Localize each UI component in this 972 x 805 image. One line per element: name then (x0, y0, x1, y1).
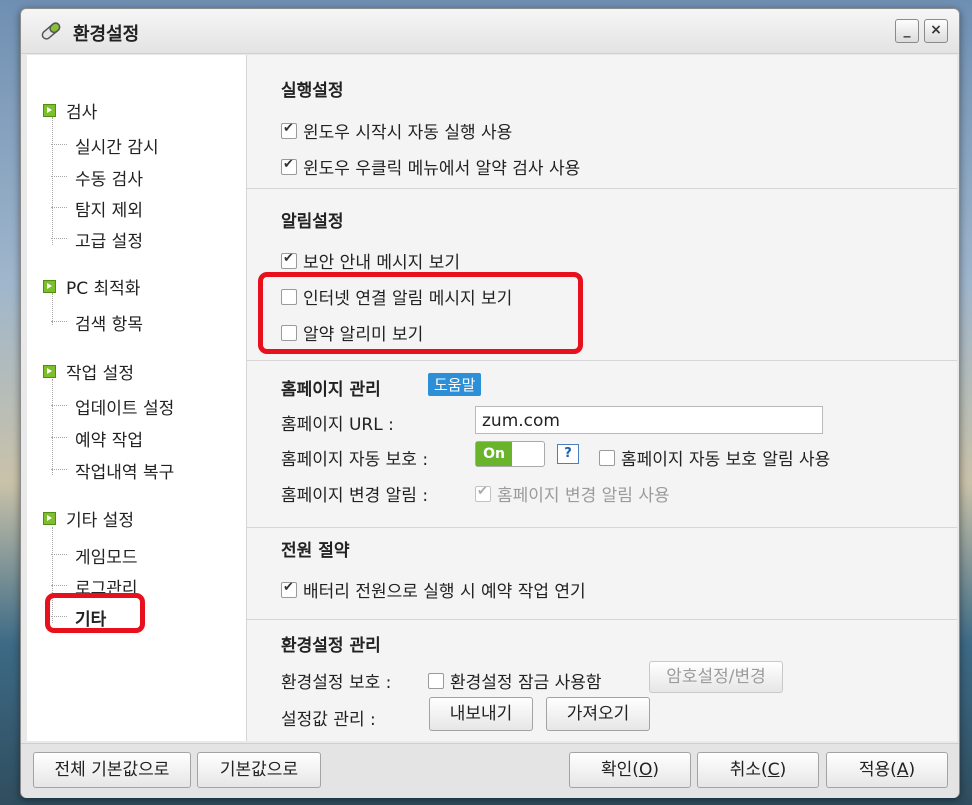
sidebar-item-exclusion[interactable]: 탐지 제외 (51, 196, 143, 221)
settings-content: 실행설정 윈도우 시작시 자동 실행 사용 윈도우 우클릭 메뉴에서 알약 검사… (247, 55, 957, 741)
sidebar-group-pc-optimize[interactable]: PC 최적화 (43, 274, 140, 299)
sidebar-group-task[interactable]: 작업 설정 (43, 359, 134, 384)
checkbox-icon[interactable] (428, 673, 444, 689)
section-title: 전원 절약 (281, 541, 350, 561)
homepage-url-label: 홈페이지 URL : (281, 415, 394, 435)
checkbox-icon[interactable] (281, 251, 297, 269)
group-arrow-icon (43, 512, 56, 525)
checkbox-icon[interactable] (599, 450, 615, 466)
dialog-footer: 전체 기본값으로 기본값으로 확인(O) 취소(C) 적용(A) (21, 743, 959, 798)
window-title: 환경설정 (73, 24, 140, 45)
sidebar-group-scan[interactable]: 검사 (43, 98, 97, 123)
tree-line (52, 379, 53, 475)
security-msg-checkbox[interactable]: 보안 안내 메시지 보기 (281, 248, 460, 273)
highlight-box (45, 593, 145, 633)
close-button[interactable]: × (924, 19, 948, 43)
checkbox-icon[interactable] (281, 580, 297, 598)
run-settings-section: 실행설정 윈도우 시작시 자동 실행 사용 윈도우 우클릭 메뉴에서 알약 검사… (247, 55, 957, 189)
battery-delay-checkbox[interactable]: 배터리 전원으로 실행 시 예약 작업 연기 (281, 577, 586, 602)
help-question-icon[interactable]: ? (557, 444, 579, 464)
power-section: 전원 절약 배터리 전원으로 실행 시 예약 작업 연기 (247, 527, 957, 620)
sidebar-item-advanced[interactable]: 고급 설정 (51, 227, 143, 252)
import-button[interactable]: 가져오기 (546, 697, 650, 731)
export-button[interactable]: 내보내기 (429, 697, 533, 731)
sidebar-item-realtime[interactable]: 실시간 감시 (51, 133, 159, 158)
homepage-url-input[interactable]: zum.com (475, 406, 823, 434)
checkbox-icon[interactable] (281, 121, 297, 139)
sidebar-item-restore[interactable]: 작업내역 복구 (50, 458, 174, 483)
group-arrow-icon (43, 104, 56, 117)
section-title: 환경설정 관리 (281, 636, 381, 656)
homepage-change-label: 홈페이지 변경 알림 : (281, 486, 429, 506)
section-title: 실행설정 (281, 81, 344, 101)
homepage-section: 홈페이지 관리 도움말 홈페이지 URL : zum.com 홈페이지 자동 보… (247, 360, 957, 528)
group-arrow-icon (43, 280, 56, 293)
ok-button[interactable]: 확인(O) (569, 752, 691, 788)
help-link[interactable]: 도움말 (428, 373, 482, 396)
section-title: 알림설정 (281, 212, 344, 232)
notify-settings-section: 알림설정 보안 안내 메시지 보기 인터넷 연결 알림 메시지 보기 알약 알리… (247, 188, 957, 361)
highlight-box (258, 272, 583, 354)
homepage-protect-toggle[interactable]: On (475, 441, 545, 467)
sidebar-group-etc[interactable]: 기타 설정 (43, 506, 134, 531)
group-arrow-icon (43, 365, 56, 378)
settings-sidebar: 검사 실시간 감시 수동 검사 탐지 제외 고급 설정 PC 최적화 검색 항목… (27, 55, 247, 741)
config-lock-checkbox[interactable]: 환경설정 잠금 사용함 (428, 668, 602, 693)
title-bar: 환경설정 _ × (21, 9, 959, 54)
config-protect-label: 환경설정 보호 : (281, 673, 392, 693)
section-title: 홈페이지 관리 (281, 380, 381, 400)
minimize-button[interactable]: _ (895, 19, 919, 43)
cancel-button[interactable]: 취소(C) (697, 752, 819, 788)
autostart-checkbox[interactable]: 윈도우 시작시 자동 실행 사용 (281, 118, 512, 143)
config-value-label: 설정값 관리 : (281, 710, 376, 730)
checkbox-icon[interactable] (281, 157, 297, 175)
config-manage-section: 환경설정 관리 환경설정 보호 : 환경설정 잠금 사용함 암호설정/변경 설정… (247, 619, 957, 741)
sidebar-item-search-items[interactable]: 검색 항목 (51, 310, 143, 335)
homepage-change-alert-checkbox: 홈페이지 변경 알림 사용 (475, 481, 670, 506)
sidebar-item-schedule[interactable]: 예약 작업 (51, 426, 143, 451)
checkbox-icon (475, 484, 491, 502)
settings-window: 환경설정 _ × 검사 실시간 감시 수동 검사 탐지 제외 고급 설정 PC … (20, 8, 960, 798)
reset-button[interactable]: 기본값으로 (197, 752, 321, 788)
sidebar-item-update[interactable]: 업데이트 설정 (50, 394, 174, 419)
apply-button[interactable]: 적용(A) (826, 752, 948, 788)
context-menu-checkbox[interactable]: 윈도우 우클릭 메뉴에서 알약 검사 사용 (281, 154, 580, 179)
homepage-protect-alert-checkbox[interactable]: 홈페이지 자동 보호 알림 사용 (599, 445, 830, 470)
sidebar-item-game-mode[interactable]: 게임모드 (51, 543, 138, 568)
password-button: 암호설정/변경 (649, 661, 783, 693)
pill-icon (41, 22, 61, 40)
tree-line (52, 117, 53, 245)
homepage-protect-label: 홈페이지 자동 보호 : (281, 450, 429, 470)
reset-all-button[interactable]: 전체 기본값으로 (33, 752, 191, 788)
sidebar-item-manual-scan[interactable]: 수동 검사 (51, 165, 143, 190)
